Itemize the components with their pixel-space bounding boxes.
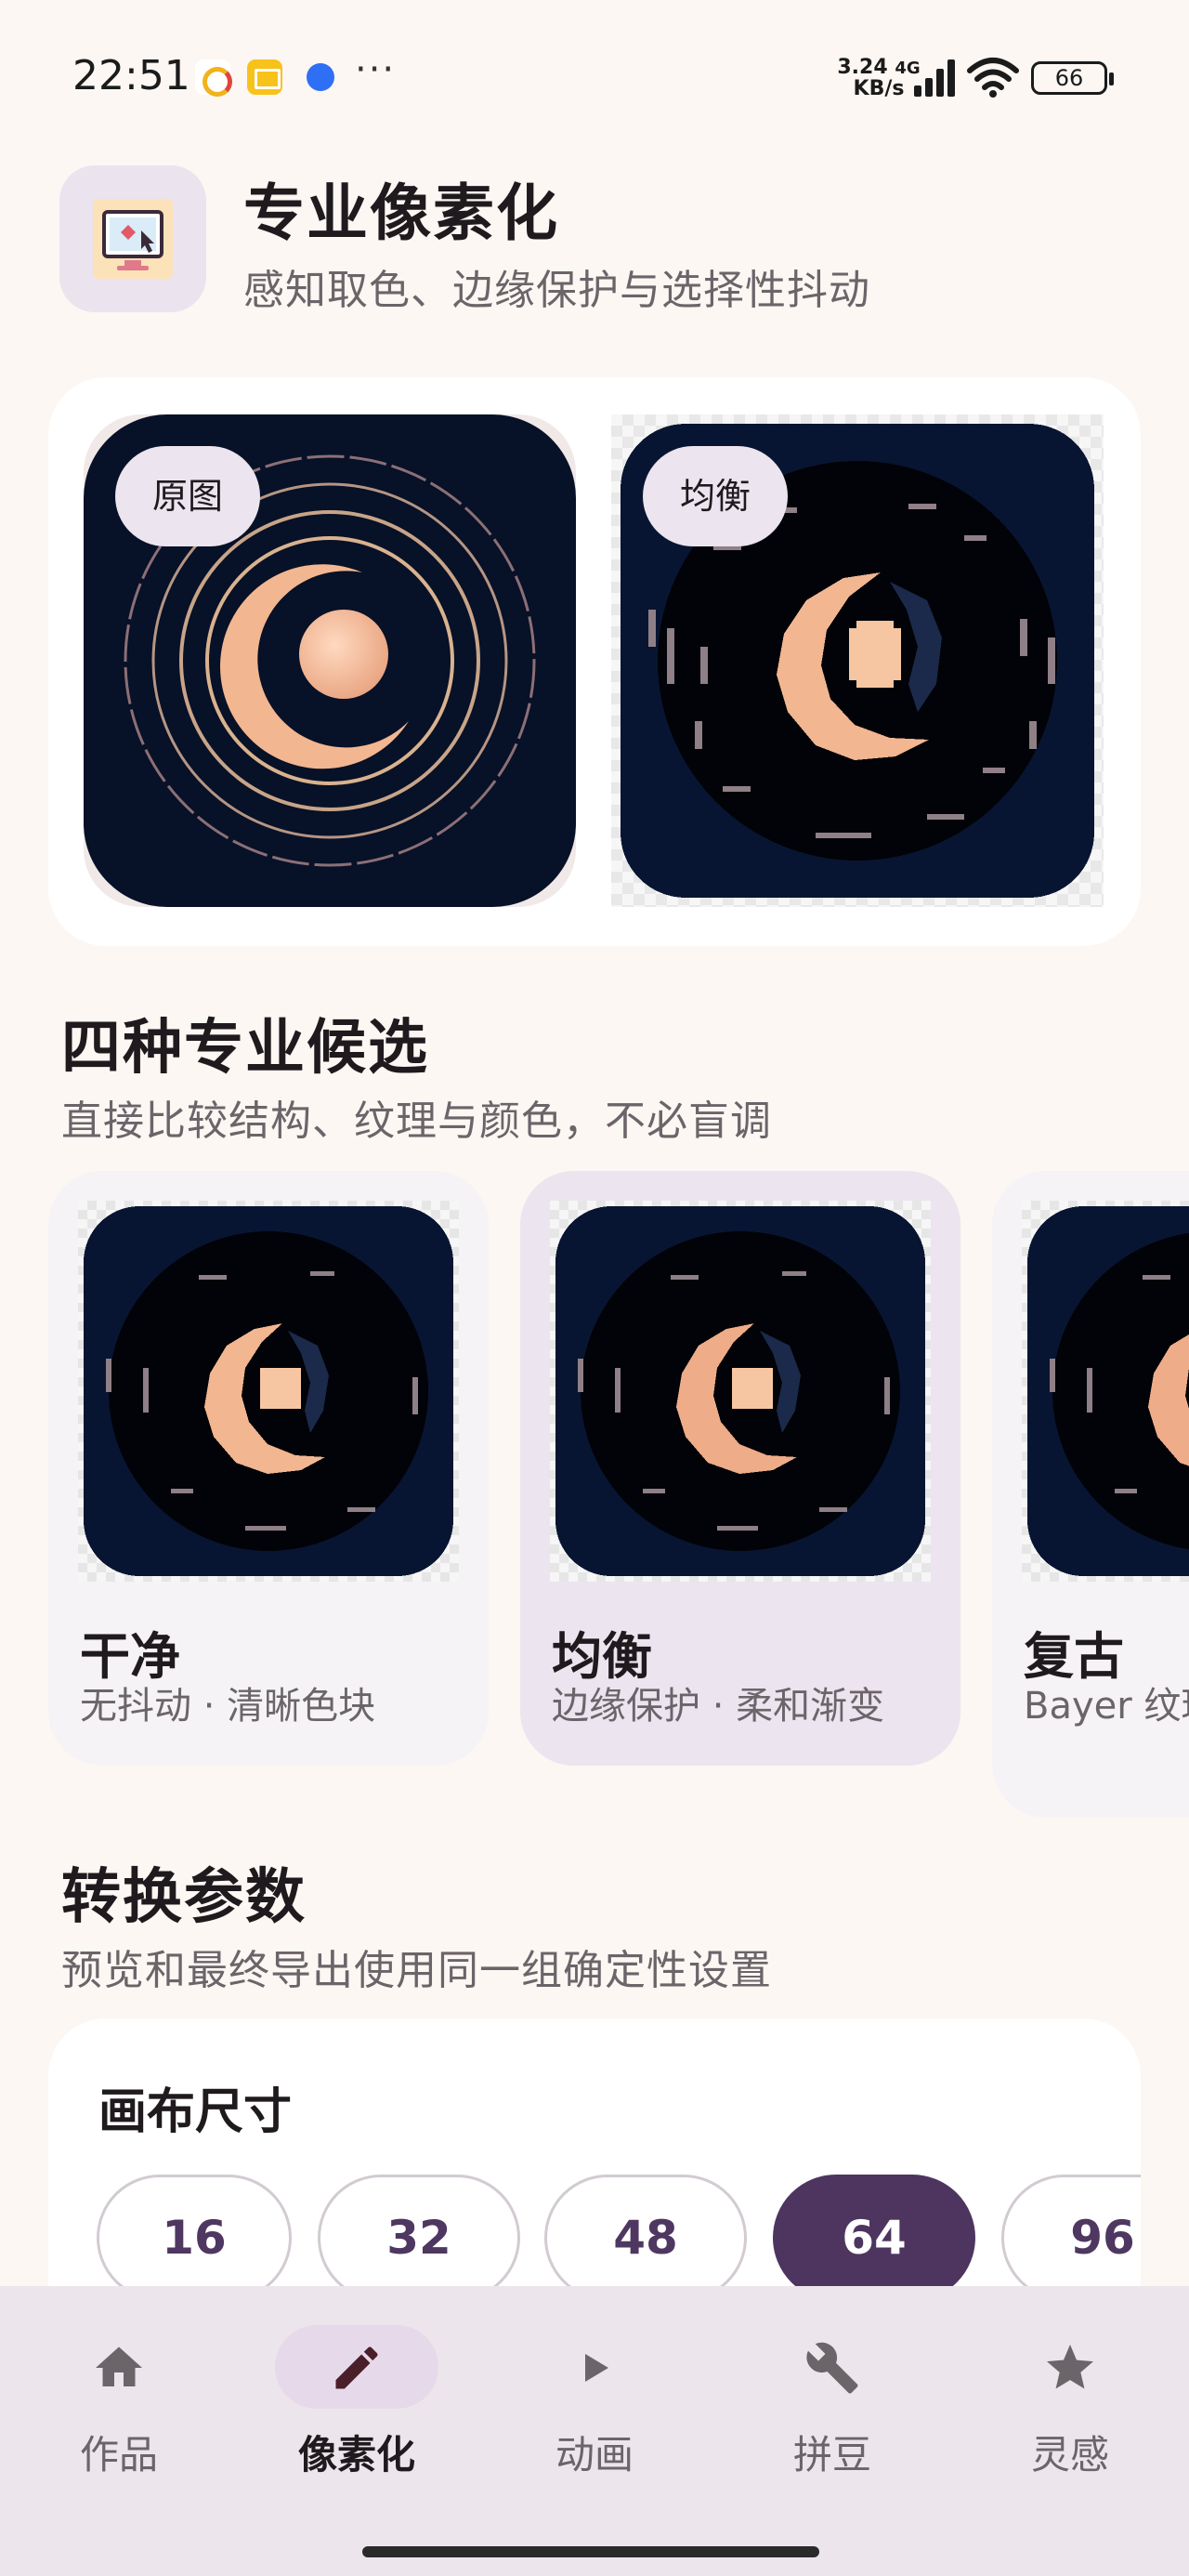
play-icon [567,2340,622,2396]
size-chip-16[interactable]: 16 [97,2175,292,2301]
bottom-navigation: 作品 像素化 动画 拼豆 灵感 [0,2286,1189,2576]
size-chip-32[interactable]: 32 [318,2175,520,2301]
page-subtitle: 感知取色、边缘保护与选择性抖动 [243,267,870,314]
candidates-carousel[interactable]: 干净 无抖动 · 清晰色块 均衡 边缘保护 · 柔和渐变 复古 Bayer 纹 [0,1171,1189,1821]
nav-item-pixelate[interactable]: 像素化 [238,2286,476,2528]
original-label: 原图 [115,446,261,546]
wifi-icon [966,54,1020,99]
network-speed-value: 3.24 [837,56,888,79]
balanced-result-preview[interactable]: 均衡 [611,414,1104,907]
candidate-description: 边缘保护 · 柔和渐变 [552,1685,885,1728]
notification-app-icon [195,59,232,97]
pixel-art-icon [59,165,206,312]
candidates-subtitle: 直接比较结构、纹理与颜色，不必盲调 [61,1097,772,1145]
more-notifications-icon: ··· [355,48,397,91]
nav-item-works[interactable]: 作品 [0,2286,238,2528]
signal-icon [901,58,955,97]
canvas-size-label: 画布尺寸 [98,2084,293,2140]
battery-icon: 66 [1031,61,1114,95]
result-label: 均衡 [643,446,789,546]
home-icon [91,2340,147,2396]
candidate-card-balanced[interactable]: 均衡 边缘保护 · 柔和渐变 [520,1171,960,1766]
nav-item-beads[interactable]: 拼豆 [713,2286,951,2528]
candidate-description: Bayer 纹理 · 有序 [1024,1685,1189,1728]
candidate-name: 干净 [80,1627,180,1686]
home-indicator[interactable] [362,2546,819,2557]
nav-label: 拼豆 [792,2432,871,2477]
size-chip-64[interactable]: 64 [773,2175,975,2301]
candidate-name: 均衡 [552,1627,652,1686]
wrench-icon [804,2340,860,2396]
candidate-card-clean[interactable]: 干净 无抖动 · 清晰色块 [48,1171,489,1766]
preview-comparison-card: 原图 均衡 [48,377,1141,946]
original-image-preview[interactable]: 原图 [84,414,576,907]
status-time: 22:51 [72,52,190,99]
mail-app-icon [247,59,282,95]
candidate-description: 无抖动 · 清晰色块 [80,1685,376,1728]
candidate-thumbnail [1022,1201,1189,1582]
candidate-card-retro[interactable]: 复古 Bayer 纹理 · 有序 [992,1171,1189,1818]
size-chip-48[interactable]: 48 [544,2175,747,2301]
size-chip-96[interactable]: 96 [1001,2175,1141,2301]
candidate-name: 复古 [1024,1627,1124,1686]
status-bar: 22:51 ··· 3.24 4G KB/s 66 [0,0,1189,149]
battery-level: 66 [1054,65,1084,91]
nav-label: 像素化 [297,2432,415,2477]
network-speed-unit: KB/s [853,77,905,100]
candidate-thumbnail [550,1201,931,1582]
nav-item-inspiration[interactable]: 灵感 [951,2286,1189,2528]
nav-item-animation[interactable]: 动画 [476,2286,713,2528]
star-icon [1042,2340,1098,2396]
params-subtitle: 预览和最终导出使用同一组确定性设置 [61,1947,772,1994]
page-title: 专业像素化 [243,177,559,249]
chat-app-icon [303,59,338,95]
params-title: 转换参数 [61,1863,307,1932]
nav-label: 作品 [79,2432,158,2477]
nav-label: 动画 [555,2432,634,2477]
candidates-title: 四种专业候选 [61,1014,429,1083]
pencil-icon [329,2340,385,2396]
candidate-thumbnail [78,1201,459,1582]
nav-label: 灵感 [1030,2432,1109,2477]
